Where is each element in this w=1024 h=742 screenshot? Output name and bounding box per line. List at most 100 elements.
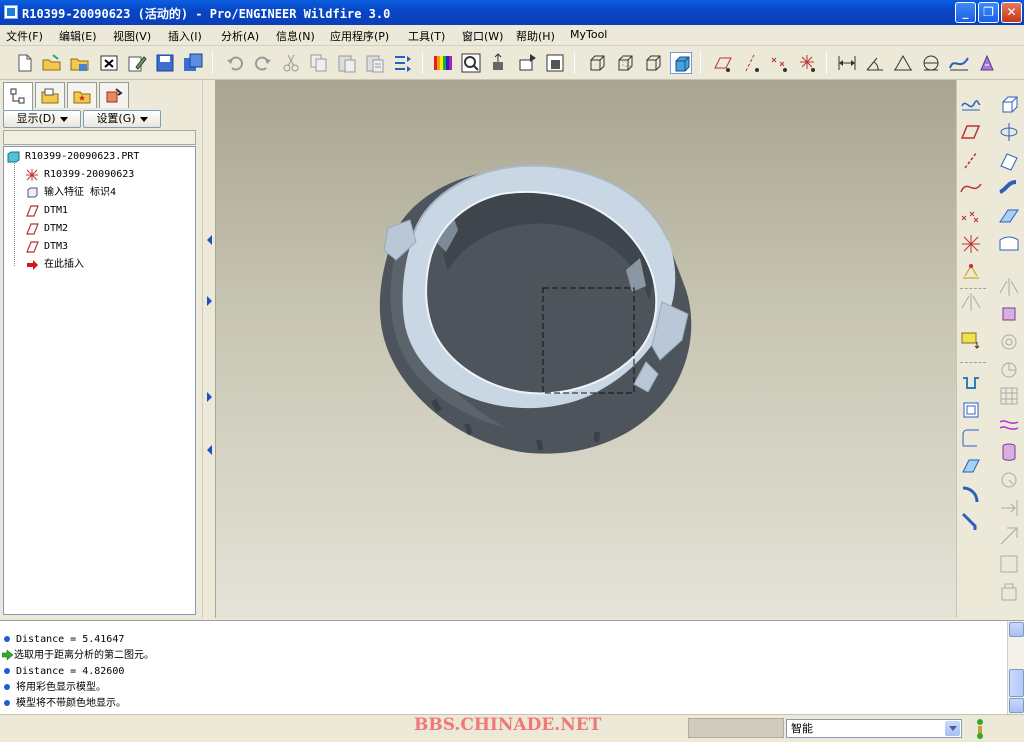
auto-round-icon[interactable] xyxy=(959,510,983,534)
menu-applications[interactable]: 应用程序(P) xyxy=(330,28,389,44)
cylinder-icon[interactable] xyxy=(997,440,1021,464)
datum-axis-tool-icon[interactable] xyxy=(959,148,983,172)
mirror-icon[interactable] xyxy=(959,290,983,314)
datum-point-display-icon[interactable] xyxy=(768,52,790,74)
regenerate-icon[interactable] xyxy=(392,52,414,74)
color-appearance-icon[interactable] xyxy=(432,52,454,74)
menu-mytool[interactable]: MyTool xyxy=(570,28,607,41)
chevron-down-icon[interactable] xyxy=(945,721,960,736)
panel-splitter[interactable] xyxy=(202,80,216,618)
sweep-tool-icon[interactable] xyxy=(997,148,1021,172)
revolve-tool-icon[interactable] xyxy=(997,120,1021,144)
shading-icon[interactable] xyxy=(670,52,692,74)
message-scrollbar[interactable] xyxy=(1007,621,1024,714)
title-bar[interactable]: R10399-20090623 (活动的) - Pro/ENGINEER Wil… xyxy=(0,0,1024,25)
blend-tool-icon[interactable] xyxy=(997,204,1021,228)
proe-app-icon[interactable] xyxy=(4,5,18,19)
menu-window[interactable]: 窗口(W) xyxy=(462,28,503,44)
scroll-down-icon[interactable] xyxy=(1009,698,1024,713)
tree-column-header[interactable] xyxy=(3,130,196,145)
tab-connections[interactable] xyxy=(99,82,129,108)
toroid-icon[interactable] xyxy=(997,468,1021,492)
csys-display-icon[interactable] xyxy=(796,52,818,74)
rib-icon[interactable] xyxy=(959,370,983,394)
menu-help[interactable]: 帮助(H) xyxy=(516,28,555,44)
close-button[interactable]: ✕ xyxy=(1001,2,1022,23)
close-window-icon[interactable] xyxy=(98,52,120,74)
collapse-left-icon[interactable] xyxy=(207,445,212,455)
chamfer-icon[interactable] xyxy=(959,454,983,478)
pattern-icon[interactable] xyxy=(997,384,1021,408)
flexible-model-icon[interactable] xyxy=(997,524,1021,548)
saved-views-icon[interactable] xyxy=(544,52,566,74)
copy-icon[interactable] xyxy=(308,52,330,74)
placement-icon[interactable] xyxy=(959,328,983,352)
hole-icon[interactable] xyxy=(997,330,1021,354)
hidden-line-icon[interactable] xyxy=(614,52,636,74)
save-copy-icon[interactable] xyxy=(182,52,204,74)
regeneration-status-light-icon[interactable] xyxy=(974,718,986,740)
set-working-dir-icon[interactable] xyxy=(69,52,91,74)
menu-file[interactable]: 文件(F) xyxy=(6,28,43,44)
copy-feature-icon[interactable] xyxy=(997,275,1021,299)
measure-distance-icon[interactable] xyxy=(836,52,858,74)
tab-model-tree[interactable] xyxy=(3,82,33,110)
new-file-icon[interactable] xyxy=(14,52,36,74)
spin-center-icon[interactable] xyxy=(488,52,510,74)
mass-properties-icon[interactable] xyxy=(976,52,998,74)
wireframe-icon[interactable] xyxy=(586,52,608,74)
shell-icon[interactable] xyxy=(997,358,1021,382)
menu-analysis[interactable]: 分析(A) xyxy=(221,28,259,44)
selection-filter-select[interactable]: 智能 xyxy=(786,719,962,738)
show-dropdown-button[interactable]: 显示(D) xyxy=(3,110,81,128)
paste-special-icon[interactable] xyxy=(364,52,386,74)
save-icon[interactable] xyxy=(154,52,176,74)
analysis-feature-icon[interactable] xyxy=(959,260,983,284)
settings-dropdown-button[interactable]: 设置(G) xyxy=(83,110,161,128)
measure-diameter-icon[interactable] xyxy=(920,52,942,74)
expand-right-icon[interactable] xyxy=(207,392,212,402)
minimize-button[interactable]: _ xyxy=(955,2,976,23)
paste-icon[interactable] xyxy=(336,52,358,74)
datum-plane-tool-icon[interactable] xyxy=(959,120,983,144)
measure-area-icon[interactable] xyxy=(892,52,914,74)
scroll-thumb[interactable] xyxy=(1009,669,1024,697)
scroll-up-icon[interactable] xyxy=(1009,622,1024,637)
extrude-tool-icon[interactable] xyxy=(997,92,1021,116)
csys-tool-icon[interactable] xyxy=(959,232,983,256)
boundary-blend-icon[interactable] xyxy=(997,232,1021,256)
menu-info[interactable]: 信息(N) xyxy=(276,28,315,44)
no-hidden-icon[interactable] xyxy=(642,52,664,74)
redo-icon[interactable] xyxy=(252,52,274,74)
zoom-icon[interactable] xyxy=(460,52,482,74)
draft-offset-icon[interactable] xyxy=(997,496,1021,520)
menu-insert[interactable]: 插入(I) xyxy=(168,28,202,44)
menu-tools[interactable]: 工具(T) xyxy=(408,28,445,44)
edit-icon[interactable] xyxy=(126,52,148,74)
curve-analysis-icon[interactable] xyxy=(948,52,970,74)
round-icon[interactable] xyxy=(959,426,983,450)
flatten-quilt-icon[interactable] xyxy=(997,552,1021,576)
open-folder-icon[interactable] xyxy=(41,52,63,74)
datum-plane-display-icon[interactable] xyxy=(712,52,734,74)
warp-icon[interactable] xyxy=(997,412,1021,436)
menu-edit[interactable]: 编辑(E) xyxy=(59,28,97,44)
datum-curve-tool-icon[interactable] xyxy=(959,176,983,200)
menu-view[interactable]: 视图(V) xyxy=(113,28,151,44)
merge-icon[interactable] xyxy=(997,302,1021,326)
toolkit-icon[interactable] xyxy=(997,580,1021,604)
datum-point-tool-icon[interactable] xyxy=(959,204,983,228)
graphics-viewport[interactable] xyxy=(216,80,956,618)
variable-sweep-icon[interactable] xyxy=(997,176,1021,200)
tab-favorites[interactable] xyxy=(67,82,97,108)
orient-icon[interactable] xyxy=(516,52,538,74)
edge-round-icon[interactable] xyxy=(959,482,983,506)
maximize-button[interactable]: ❐ xyxy=(978,2,999,23)
datum-axis-display-icon[interactable] xyxy=(740,52,762,74)
measure-angle-icon[interactable] xyxy=(864,52,886,74)
expand-right-icon[interactable] xyxy=(207,296,212,306)
draft-icon[interactable] xyxy=(959,398,983,422)
sketch-tool-icon[interactable] xyxy=(959,92,983,116)
tab-folder-browser[interactable] xyxy=(35,82,65,108)
undo-icon[interactable] xyxy=(224,52,246,74)
